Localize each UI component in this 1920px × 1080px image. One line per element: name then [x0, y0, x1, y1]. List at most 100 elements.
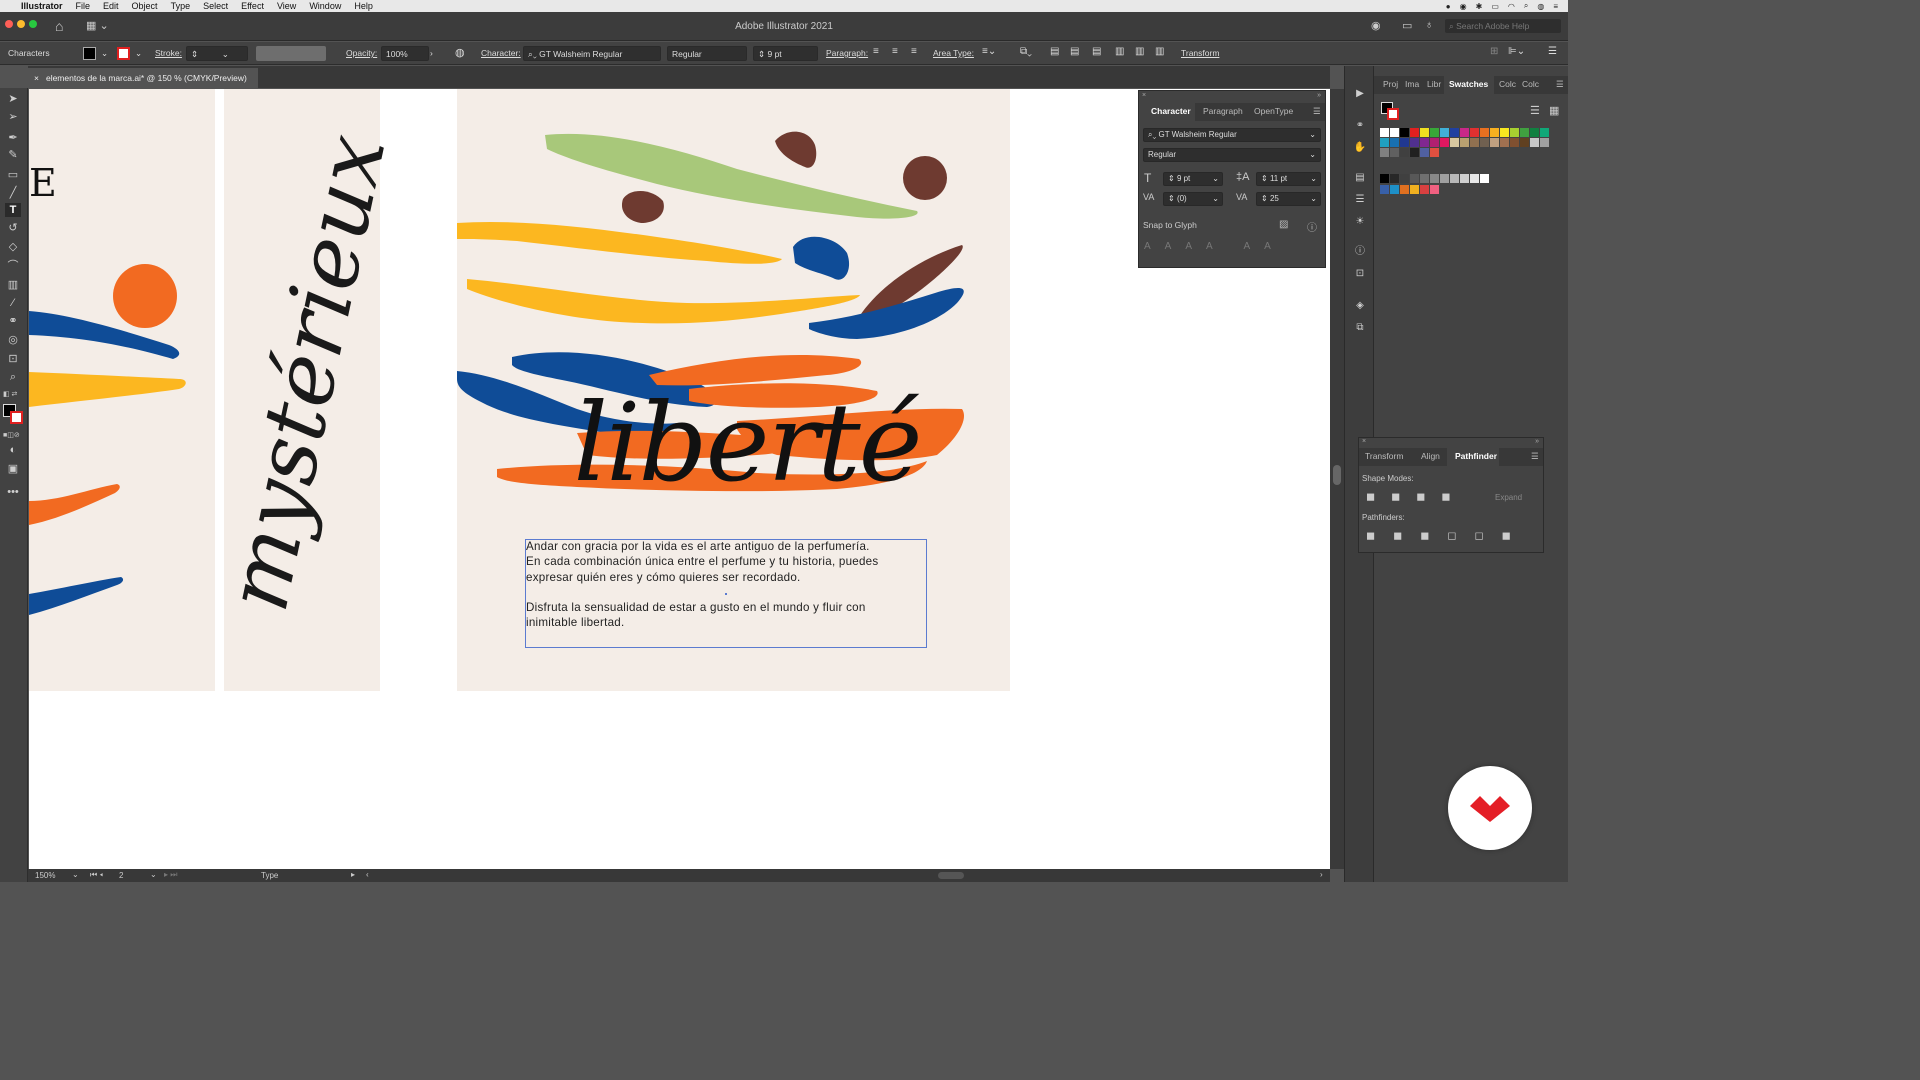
snap-glyph-icon[interactable]: ▨	[1279, 219, 1288, 230]
transform-panel-icon[interactable]: ⊡	[1353, 268, 1367, 280]
pathfinder-close-icon[interactable]: ×	[1362, 438, 1366, 445]
thumbnail-view-icon[interactable]: ▦	[1549, 104, 1559, 117]
discover-bulb-icon[interactable]: ♁	[1425, 19, 1433, 31]
brand-swatch[interactable]	[1420, 185, 1429, 194]
gray-swatch[interactable]	[1410, 174, 1419, 183]
color-mode-icons[interactable]: ■◫⊘	[3, 431, 20, 439]
color-swatch[interactable]	[1440, 138, 1449, 147]
tab-transform[interactable]: Transform	[1365, 451, 1403, 461]
stroke-weight-input[interactable]: ⇕ ⌄	[186, 46, 248, 61]
color-swatch[interactable]	[1440, 128, 1449, 137]
stroke-label[interactable]: Stroke:	[155, 48, 182, 58]
pen-tool-icon[interactable]: ✒	[5, 131, 21, 145]
zoom-tool-icon[interactable]: ⌕	[5, 370, 21, 384]
align-top-objects-icon[interactable]: ▥	[1115, 46, 1124, 57]
tab-properties[interactable]: Proj	[1383, 79, 1398, 89]
tab-character[interactable]: Character	[1151, 106, 1191, 116]
stroke-dropdown-icon[interactable]: ⌄	[135, 48, 142, 59]
artboard-number[interactable]: 2	[119, 871, 123, 880]
font-size-input[interactable]: ⇕ 9 pt	[753, 46, 818, 61]
gradient-panel-icon[interactable]: ▤	[1353, 172, 1367, 184]
color-swatch[interactable]	[1420, 128, 1429, 137]
color-swatch[interactable]	[1450, 128, 1459, 137]
color-swatch[interactable]	[1500, 128, 1509, 137]
swatches-panel-menu-icon[interactable]: ☰	[1556, 79, 1564, 90]
gradient-tool-icon[interactable]: ▥	[5, 278, 21, 292]
character-panel-menu-icon[interactable]: ☰	[1313, 106, 1321, 117]
opacity-arrow-icon[interactable]: ›	[430, 48, 433, 58]
color-swatch[interactable]	[1390, 128, 1399, 137]
layers-panel-icon[interactable]: ◈	[1353, 300, 1367, 312]
color-swatch[interactable]	[1410, 138, 1419, 147]
align-bottom-objects-icon[interactable]: ▥	[1155, 46, 1164, 57]
screen-mode-icon[interactable]: ▣	[5, 462, 21, 476]
area-type-label[interactable]: Area Type:	[933, 48, 974, 58]
color-swatch[interactable]	[1420, 148, 1429, 157]
panel-font-size-input[interactable]: ⇕ 9 pt ⌄	[1163, 172, 1223, 186]
info-panel-icon[interactable]: ⓘ	[1353, 246, 1367, 258]
eyedropper-tool-icon[interactable]: ⁄	[5, 296, 21, 310]
artboard-dropdown-icon[interactable]: ⌄	[150, 870, 157, 879]
puppet-warp-icon[interactable]: ✋	[1353, 142, 1367, 154]
paragraph-text[interactable]: Andar con gracia por la vida es el arte …	[526, 539, 926, 631]
color-swatch[interactable]	[1490, 138, 1499, 147]
color-swatch[interactable]	[1390, 138, 1399, 147]
paintbrush-tool-icon[interactable]: ╱	[5, 186, 21, 200]
status-record-icon[interactable]: ●	[1446, 2, 1451, 11]
fill-color-swatch[interactable]	[83, 47, 96, 60]
horizontal-scroll-thumb[interactable]	[938, 872, 964, 879]
artboard-nav-next-icon[interactable]: ▸ ⏭	[164, 870, 177, 880]
links-icon[interactable]: ⚭	[1353, 120, 1367, 132]
color-swatch[interactable]	[1510, 128, 1519, 137]
align-center-icon[interactable]: ≡	[892, 46, 898, 57]
panel-kerning-input[interactable]: ⇕ (0) ⌄	[1163, 192, 1223, 206]
color-swatch[interactable]	[1420, 138, 1429, 147]
align-right-icon[interactable]: ≡	[911, 46, 917, 57]
brand-swatch[interactable]	[1410, 185, 1419, 194]
tab-color-guide[interactable]: Colc	[1522, 79, 1539, 89]
scroll-thumb[interactable]	[1333, 465, 1341, 485]
rotate-tool-icon[interactable]: ↺	[5, 221, 21, 235]
list-view-icon[interactable]: ☰	[1530, 104, 1540, 117]
character-panel-collapse-icon[interactable]: »	[1317, 92, 1321, 99]
menu-view[interactable]: View	[277, 1, 296, 11]
color-swatch[interactable]	[1520, 128, 1529, 137]
gray-swatch[interactable]	[1480, 174, 1489, 183]
gray-swatch[interactable]	[1380, 174, 1389, 183]
play-actions-icon[interactable]: ▶	[1353, 88, 1367, 100]
tab-swatches[interactable]: Swatches	[1449, 79, 1488, 89]
swatch-stroke-icon[interactable]	[1387, 108, 1399, 120]
color-swatch[interactable]	[1530, 138, 1539, 147]
brand-swatch[interactable]	[1430, 185, 1439, 194]
menu-select[interactable]: Select	[203, 1, 228, 11]
align-vcenter-objects-icon[interactable]: ▥	[1135, 46, 1144, 57]
menu-effect[interactable]: Effect	[241, 1, 264, 11]
status-bluetooth-icon[interactable]: ✱	[1476, 2, 1483, 11]
color-swatch[interactable]	[1410, 148, 1419, 157]
align-left-objects-icon[interactable]: ▤	[1050, 46, 1059, 57]
tab-pathfinder[interactable]: Pathfinder	[1455, 451, 1497, 461]
align-right-objects-icon[interactable]: ▤	[1092, 46, 1101, 57]
color-swatch[interactable]	[1520, 138, 1529, 147]
color-swatch[interactable]	[1430, 148, 1439, 157]
color-swatch[interactable]	[1430, 138, 1439, 147]
menu-type[interactable]: Type	[171, 1, 191, 11]
curvature-tool-icon[interactable]: ✎	[5, 148, 21, 162]
color-swatch[interactable]	[1480, 128, 1489, 137]
character-panel-close-icon[interactable]: ×	[1142, 92, 1146, 99]
align-left-icon[interactable]: ≡	[873, 46, 879, 57]
pathfinder-collapse-icon[interactable]: »	[1535, 438, 1539, 445]
color-swatch[interactable]	[1460, 138, 1469, 147]
menu-app-name[interactable]: Illustrator	[21, 1, 63, 11]
hscroll-left-icon[interactable]: ‹	[366, 870, 369, 879]
color-swatch[interactable]	[1540, 138, 1549, 147]
transform-link[interactable]: Transform	[1181, 48, 1219, 58]
eraser-tool-icon[interactable]: ◇	[5, 240, 21, 254]
tab-color[interactable]: Colc	[1499, 79, 1516, 89]
status-search-icon[interactable]: ⌕	[1524, 1, 1528, 11]
direct-selection-tool-icon[interactable]: ➢	[5, 110, 21, 124]
character-label[interactable]: Character:	[481, 48, 521, 58]
color-swatch[interactable]	[1390, 148, 1399, 157]
control-bar-menu-icon[interactable]: ☰	[1548, 46, 1557, 57]
status-cc-icon[interactable]: ◉	[1460, 2, 1467, 11]
